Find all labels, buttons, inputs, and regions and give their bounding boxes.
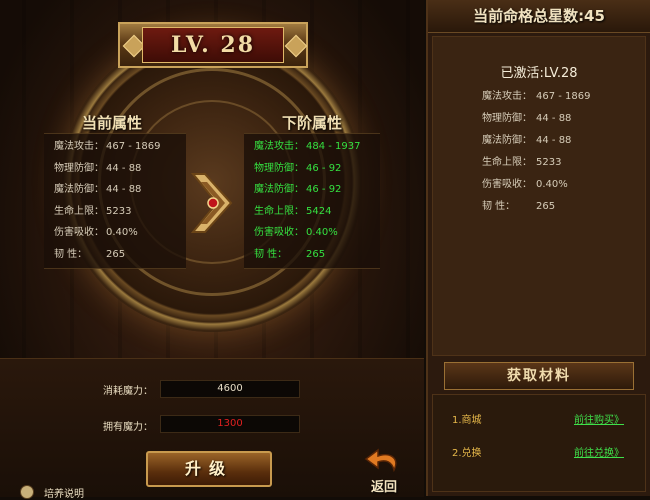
attr-key: 魔法攻击： bbox=[54, 141, 104, 152]
attr-key: 魔法防御： bbox=[482, 135, 532, 146]
attr-value: 46 - 92 bbox=[306, 162, 342, 174]
attr-value: 44 - 88 bbox=[536, 113, 572, 124]
attr-key: 生命上限： bbox=[482, 157, 532, 168]
attr-key: 魔法防御： bbox=[254, 184, 304, 195]
current-attr-title: 当前属性 bbox=[82, 114, 143, 132]
own-value: 1300 bbox=[160, 415, 300, 433]
materials-box bbox=[432, 394, 646, 492]
attr-row: 魔法攻击： 467 - 1869 bbox=[482, 90, 591, 104]
total-stars-title: 当前命格总星数:45 bbox=[473, 7, 605, 25]
attr-row: 伤害吸收： 0.40% bbox=[254, 226, 338, 240]
attr-value: 44 - 88 bbox=[106, 162, 142, 174]
attr-value: 5233 bbox=[106, 205, 132, 217]
attr-row: 生命上限： 5424 bbox=[254, 205, 331, 219]
attr-key: 伤害吸收： bbox=[54, 227, 104, 238]
material-exchange-link[interactable]: 前往兑换》 bbox=[574, 444, 624, 459]
attr-key: 韧 性： bbox=[54, 248, 88, 260]
attr-value: 44 - 88 bbox=[536, 135, 572, 146]
help-link[interactable]: 培养说明 bbox=[44, 485, 84, 500]
activated-box bbox=[432, 36, 646, 356]
attr-value: 467 - 1869 bbox=[106, 141, 161, 152]
attr-key: 魔法防御： bbox=[54, 184, 104, 195]
attr-row: 魔法防御： 44 - 88 bbox=[482, 134, 571, 148]
attr-value: 0.40% bbox=[106, 227, 138, 238]
activated-level: 已激活:LV.28 bbox=[500, 66, 578, 81]
attr-row: 韧 性： 265 bbox=[482, 200, 555, 214]
attr-row: 魔法攻击： 467 - 1869 bbox=[54, 140, 161, 154]
back-label: 返回 bbox=[370, 480, 397, 495]
help-icon[interactable] bbox=[20, 485, 34, 499]
attr-key: 生命上限： bbox=[254, 205, 304, 217]
cost-value: 4600 bbox=[160, 380, 300, 398]
attr-value: 467 - 1869 bbox=[536, 91, 591, 102]
attr-row: 魔法防御： 46 - 92 bbox=[254, 183, 341, 197]
next-attr-title: 下阶属性 bbox=[282, 114, 343, 132]
attr-key: 魔法攻击： bbox=[254, 141, 304, 152]
attr-value: 5233 bbox=[536, 157, 562, 168]
attr-key: 生命上限： bbox=[54, 205, 104, 217]
attr-key: 伤害吸收： bbox=[482, 179, 532, 190]
attr-row: 物理防御： 44 - 88 bbox=[54, 162, 141, 176]
cost-label: 消耗魔力： bbox=[103, 386, 153, 397]
attr-row: 魔法防御： 44 - 88 bbox=[54, 183, 141, 197]
attr-key: 物理防御： bbox=[254, 162, 304, 174]
attr-row: 伤害吸收： 0.40% bbox=[482, 178, 568, 192]
material-shop-name: 1.商城 bbox=[452, 415, 482, 426]
attr-value: 44 - 88 bbox=[106, 184, 142, 195]
back-button[interactable]: 返回 bbox=[362, 448, 406, 495]
attr-key: 物理防御： bbox=[482, 113, 532, 124]
attr-key: 物理防御： bbox=[54, 162, 104, 174]
attr-row: 韧 性： 265 bbox=[254, 248, 325, 262]
attr-row: 物理防御： 44 - 88 bbox=[482, 112, 571, 126]
attr-value: 46 - 92 bbox=[306, 184, 342, 195]
attr-value: 5424 bbox=[306, 205, 332, 217]
attr-value: 265 bbox=[536, 201, 556, 212]
attr-value: 0.40% bbox=[306, 227, 338, 238]
attr-row: 生命上限： 5233 bbox=[54, 205, 131, 219]
attr-value: 484 - 1937 bbox=[306, 141, 361, 152]
attr-row: 物理防御： 46 - 92 bbox=[254, 162, 341, 176]
attr-row: 伤害吸收： 0.40% bbox=[54, 226, 138, 240]
attr-key: 韧 性： bbox=[254, 248, 288, 260]
material-shop-link[interactable]: 前往购买》 bbox=[574, 411, 624, 426]
attr-key: 魔法攻击： bbox=[482, 91, 532, 102]
arrow-right-icon bbox=[190, 173, 233, 233]
attr-row: 生命上限： 5233 bbox=[482, 156, 561, 170]
attr-row: 韧 性： 265 bbox=[54, 248, 125, 262]
attr-value: 265 bbox=[306, 248, 326, 260]
attr-row: 魔法攻击： 484 - 1937 bbox=[254, 140, 361, 154]
materials-title: 获取材料 bbox=[444, 362, 634, 390]
level-badge: LV. 28 bbox=[170, 32, 255, 58]
attr-value: 265 bbox=[106, 248, 126, 260]
attr-key: 伤害吸收： bbox=[254, 227, 304, 238]
attr-key: 韧 性： bbox=[482, 201, 516, 212]
attr-value: 0.40% bbox=[536, 179, 568, 190]
own-label: 拥有魔力： bbox=[103, 422, 153, 433]
upgrade-button[interactable]: 升级 bbox=[146, 451, 272, 487]
return-arrow-icon bbox=[364, 448, 397, 473]
material-exchange-name: 2.兑换 bbox=[452, 448, 482, 459]
